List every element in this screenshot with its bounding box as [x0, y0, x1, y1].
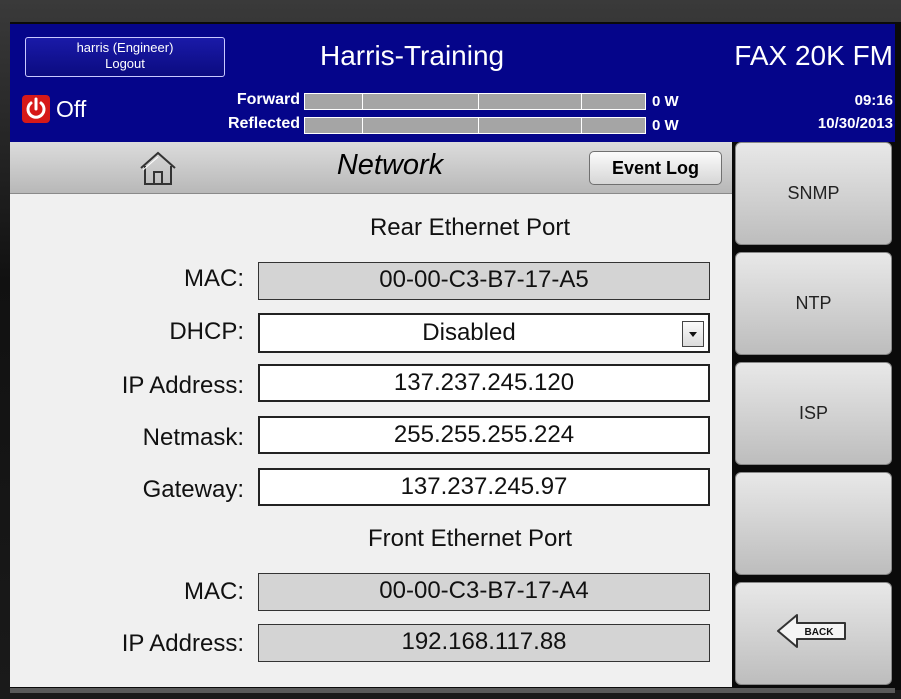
clock-time: 09:16: [854, 92, 893, 109]
reflected-value: 0 W: [652, 117, 679, 134]
forward-label: Forward: [236, 91, 300, 108]
back-arrow-icon[interactable]: BACK: [775, 612, 849, 650]
front-mac-value: 00-00-C3-B7-17-A4: [258, 573, 710, 611]
blank-side-button[interactable]: [735, 472, 892, 575]
reflected-meter: [304, 117, 646, 134]
user-name: harris (Engineer): [76, 40, 174, 55]
power-icon[interactable]: [22, 95, 50, 123]
snmp-button[interactable]: SNMP: [735, 142, 892, 245]
rear-ip-label: IP Address:: [121, 372, 244, 399]
front-ip-label: IP Address:: [121, 630, 244, 657]
clock-date: 10/30/2013: [817, 115, 893, 132]
gateway-label: Gateway:: [142, 476, 244, 503]
rear-ip-input[interactable]: 137.237.245.120: [258, 364, 710, 402]
logout-label: Logout: [105, 56, 145, 71]
back-label: BACK: [805, 627, 835, 638]
gateway-input[interactable]: 137.237.245.97: [258, 468, 710, 506]
rear-mac-label: MAC:: [184, 265, 244, 292]
front-mac-label: MAC:: [184, 578, 244, 605]
event-log-button[interactable]: Event Log: [589, 151, 722, 185]
ntp-label: NTP: [795, 293, 832, 313]
netmask-label: Netmask:: [142, 424, 244, 451]
netmask-input[interactable]: 255.255.255.224: [258, 416, 710, 454]
rear-mac-value: 00-00-C3-B7-17-A5: [258, 262, 710, 300]
home-icon[interactable]: [135, 148, 181, 188]
isp-label: ISP: [798, 403, 828, 423]
dhcp-label: DHCP:: [169, 318, 244, 345]
user-logout-button[interactable]: harris (Engineer) Logout: [25, 37, 225, 77]
dhcp-selected-value: Disabled: [422, 319, 516, 346]
dropdown-arrow-icon[interactable]: [682, 321, 704, 347]
isp-button[interactable]: ISP: [735, 362, 892, 465]
forward-meter: [304, 93, 646, 110]
page-title: Network: [336, 149, 444, 181]
front-port-title: Front Ethernet Port: [367, 525, 573, 552]
power-state: Off: [56, 96, 87, 122]
front-ip-value: 192.168.117.88: [258, 624, 710, 662]
reflected-label: Reflected: [227, 115, 300, 132]
site-title: Harris-Training: [320, 40, 505, 71]
rear-port-title: Rear Ethernet Port: [369, 214, 571, 241]
forward-value: 0 W: [652, 93, 679, 110]
bottom-bar: [10, 688, 895, 693]
dhcp-select[interactable]: Disabled: [258, 313, 710, 353]
ntp-button[interactable]: NTP: [735, 252, 892, 355]
snmp-label: SNMP: [787, 183, 840, 203]
model-name: FAX 20K FM: [734, 40, 893, 71]
